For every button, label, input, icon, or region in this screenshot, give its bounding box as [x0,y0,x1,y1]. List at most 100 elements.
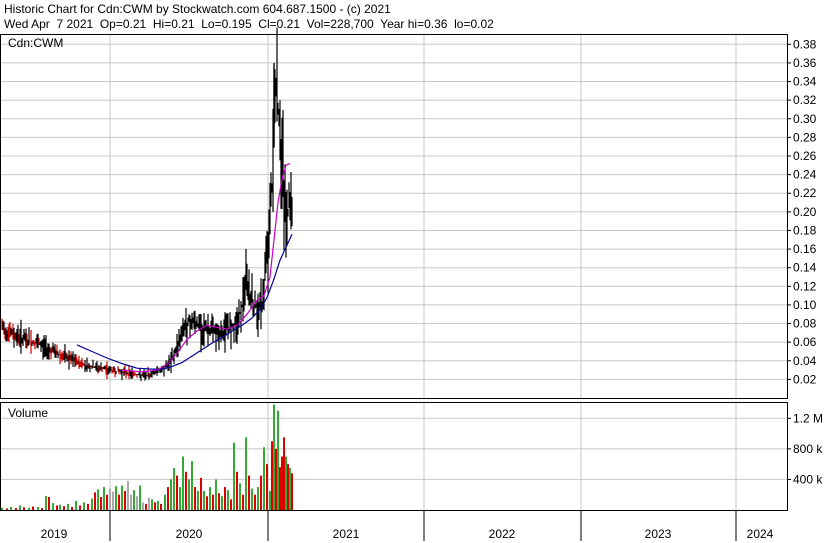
volume-tick-label: 800 k [793,442,823,456]
volume-bar [100,497,102,510]
volume-bar [194,487,196,510]
volume-bar [200,477,202,510]
volume-bar [97,489,99,510]
volume-bar [59,504,61,510]
price-tick-label: 0.26 [793,149,817,163]
volume-bar [130,494,132,510]
volume-bar [91,498,93,510]
volume-bar [188,479,190,510]
volume-bar [203,490,205,510]
volume-bar [279,467,281,510]
volume-tick-label: 1.2 M [793,411,823,425]
volume-bar [277,410,279,510]
volume-bar [23,507,25,510]
volume-bar [10,506,12,510]
volume-bar [1,507,3,510]
price-tick-label: 0.16 [793,242,817,256]
volume-bar [142,502,144,510]
volume-bar [248,475,250,510]
stock-chart: 0.02 0.04 0.06 0.08 0.10 0.12 0.14 0.16 0.18 0.20… [0,27,823,541]
volume-bar [251,488,253,510]
volume-bar [67,503,69,510]
price-tick-label: 0.18 [793,223,817,237]
price-tick-label: 0.30 [793,112,817,126]
volume-bar [112,491,114,510]
volume-bar [154,502,156,510]
price-tick-label: 0.02 [793,372,817,386]
volume-bar [197,490,199,510]
volume-bar [71,506,73,510]
price-panel-label: Cdn:CWM [8,36,63,50]
volume-bar [103,487,105,510]
volume-bar [160,503,162,510]
volume-bar [37,506,39,510]
volume-bar [266,464,268,510]
volume-bar [173,467,175,510]
volume-bar [182,456,184,510]
year-label-2024: 2024 [747,527,774,541]
volume-bar [45,496,47,510]
volume-bar [254,494,256,510]
volume-bar [224,487,226,510]
price-tick-label: 0.06 [793,335,817,349]
volume-bar [230,499,232,510]
volume-bar [87,503,89,510]
year-label-2021: 2021 [333,527,360,541]
volume-bar [79,505,81,510]
volume-bar [269,490,271,510]
price-tick-label: 0.10 [793,298,817,312]
volume-bar [106,494,108,510]
volume-bar [151,499,153,510]
volume-bar [289,467,291,510]
volume-bar [273,404,275,510]
volume-bar [209,487,211,510]
volume-bar [32,506,34,510]
volume-bar [136,496,138,510]
volume-bar [283,437,285,510]
price-tick-label: 0.38 [793,37,817,51]
volume-bar [118,494,120,510]
price-tick-label: 0.20 [793,205,817,219]
volume-bar [148,497,150,510]
price-tick-label: 0.36 [793,56,817,70]
volume-bar [63,506,65,510]
volume-bar [271,441,273,510]
volume-bar [115,486,117,510]
volume-bar [245,437,247,510]
volume-bar [157,500,159,510]
volume-bar [124,490,126,510]
price-tick-label: 0.12 [793,279,817,293]
volume-bar [170,479,172,510]
price-tick-label: 0.04 [793,354,817,368]
volume-bar [48,497,50,510]
price-tick-label: 0.34 [793,75,817,89]
volume-bar [41,508,43,510]
volume-bar [52,503,54,510]
volume-tick-label: 400 k [793,472,823,486]
volume-bar [56,505,58,510]
volume-bar [6,508,8,510]
volume-bar [133,490,135,510]
volume-bar [19,505,21,510]
volume-panel-label: Volume [8,406,48,420]
volume-bar [179,487,181,510]
volume-bar [28,507,30,510]
volume-bar [275,448,277,510]
volume-bar [242,494,244,510]
volume-bar [185,471,187,510]
year-label-2023: 2023 [645,527,672,541]
volume-bar [75,500,77,510]
year-label-2019: 2019 [41,527,68,541]
volume-bar [227,490,229,510]
volume-bar [263,447,265,510]
volume-bar [94,492,96,510]
volume-bar [281,456,283,510]
price-tick-label: 0.32 [793,93,817,107]
volume-bar [206,496,208,510]
volume-bar [260,475,262,510]
price-tick-label: 0.28 [793,130,817,144]
volume-bar [15,508,17,510]
volume-bar [83,502,85,510]
volume-bar [167,487,169,510]
volume-bar [109,488,111,510]
